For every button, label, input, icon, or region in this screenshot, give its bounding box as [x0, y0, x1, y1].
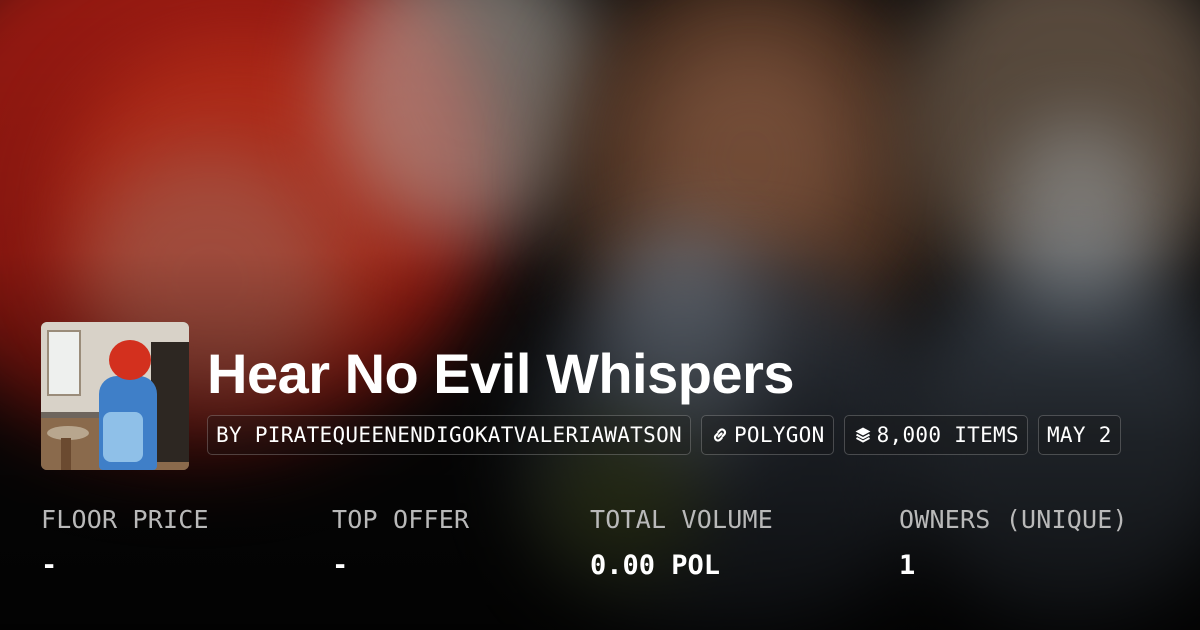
items-chip: 8,000 ITEMS	[843, 415, 1028, 455]
stat-floor-price: FLOOR PRICE -	[41, 505, 209, 581]
stat-owners: OWNERS (UNIQUE) 1	[899, 505, 1128, 581]
collection-card: Hear No Evil Whispers BY PIRATEQUEENENDI…	[0, 0, 1200, 630]
stat-top-offer: TOP OFFER -	[332, 505, 469, 581]
date-chip: MAY 2	[1037, 415, 1121, 455]
stat-label: TOP OFFER	[332, 505, 470, 534]
stat-label: TOTAL VOLUME	[590, 505, 774, 534]
stat-value: 1	[899, 550, 916, 581]
collection-title: Hear No Evil Whispers	[207, 342, 795, 405]
stat-label: OWNERS (UNIQUE)	[899, 505, 1128, 534]
stat-value: 0.00 POL	[590, 550, 721, 581]
stat-value: -	[41, 550, 58, 581]
collection-meta: BY PIRATEQUEENENDIGOKATVALERIAWATSON POL…	[207, 415, 1121, 455]
stat-total-volume: TOTAL VOLUME 0.00 POL	[590, 505, 773, 581]
link-icon	[710, 425, 730, 445]
chain-chip: POLYGON	[700, 415, 834, 455]
chain-label: POLYGON	[733, 423, 825, 447]
stat-value: -	[332, 550, 349, 581]
items-label: 8,000 ITEMS	[876, 423, 1019, 447]
collection-thumbnail	[41, 322, 189, 470]
creator-chip[interactable]: BY PIRATEQUEENENDIGOKATVALERIAWATSON	[207, 415, 691, 455]
stat-label: FLOOR PRICE	[41, 505, 209, 534]
layers-icon	[853, 425, 873, 445]
creator-label: BY PIRATEQUEENENDIGOKATVALERIAWATSON	[216, 423, 682, 447]
date-label: MAY 2	[1046, 423, 1112, 447]
